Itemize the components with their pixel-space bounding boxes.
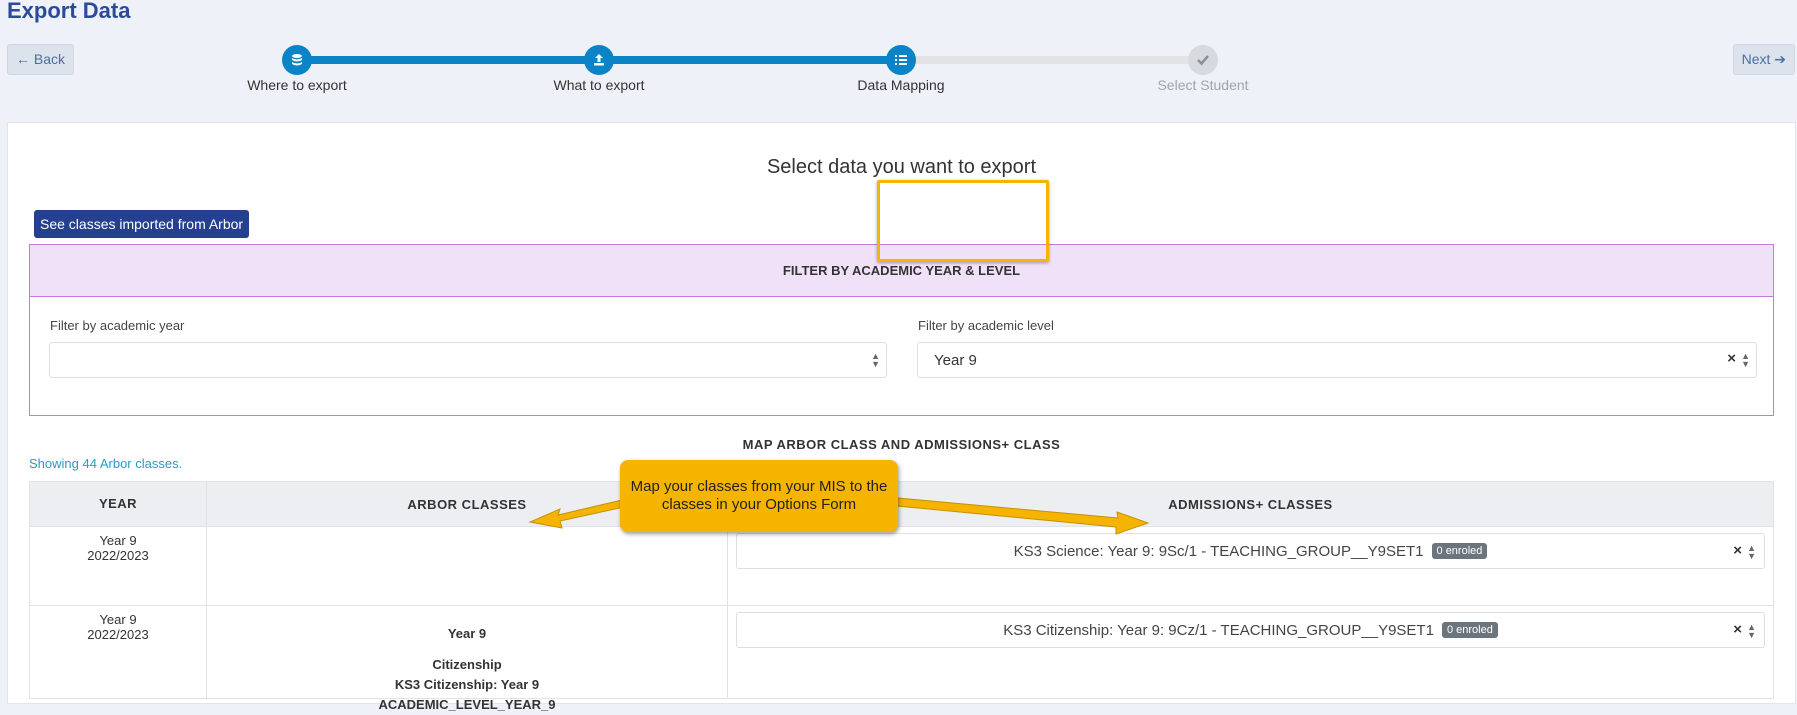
annotation-callout: Map your classes from your MIS to the cl… <box>620 460 898 532</box>
arrow-right-icon <box>896 497 1150 535</box>
annotation-arrows <box>528 497 1150 535</box>
arbor-class-code: ACADEMIC_LEVEL_YEAR_9 <box>378 697 556 712</box>
arrow-left-icon <box>528 499 625 529</box>
